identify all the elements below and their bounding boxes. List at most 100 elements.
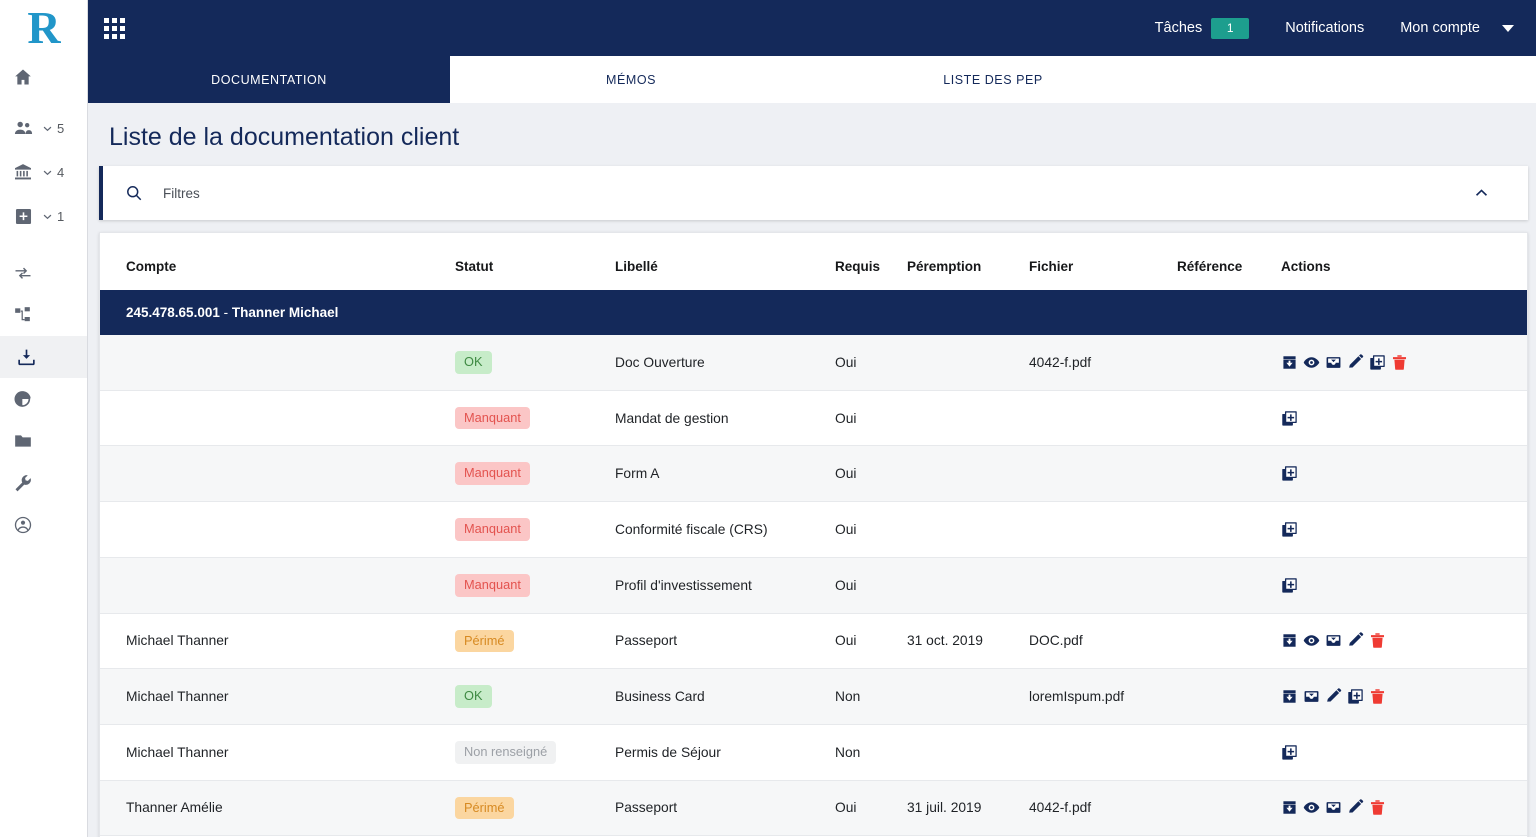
cell-requis: Oui xyxy=(835,557,907,613)
status-badge: Périmé xyxy=(455,630,514,653)
sidebar-item-clients[interactable]: 5 xyxy=(0,106,87,150)
chevron-down-icon xyxy=(42,123,53,134)
filter-panel[interactable]: Filtres xyxy=(99,166,1528,220)
archive-icon[interactable] xyxy=(1325,799,1342,816)
copy-add-icon[interactable] xyxy=(1281,577,1298,594)
sidebar-item-documentation[interactable] xyxy=(0,336,87,378)
pencil-icon[interactable] xyxy=(1347,354,1364,371)
tasks-label: Tâches xyxy=(1155,20,1203,36)
sidebar-item-reports[interactable] xyxy=(0,378,87,420)
th-reference[interactable]: Référence xyxy=(1177,233,1281,290)
cell-actions xyxy=(1281,669,1527,725)
sidebar-item-transfers[interactable] xyxy=(0,252,87,294)
download-icon[interactable] xyxy=(1281,688,1298,705)
copy-add-icon[interactable] xyxy=(1281,465,1298,482)
cell-libelle: Business Card xyxy=(615,669,835,725)
th-requis[interactable]: Requis xyxy=(835,233,907,290)
row-actions xyxy=(1281,354,1527,371)
sidebar-item-new[interactable]: 1 xyxy=(0,194,87,238)
cell-compte: Michael Thanner xyxy=(100,724,455,780)
trash-icon[interactable] xyxy=(1391,354,1408,371)
copy-add-icon[interactable] xyxy=(1347,688,1364,705)
tasks-button[interactable]: Tâches 1 xyxy=(1137,18,1268,39)
copy-add-icon[interactable] xyxy=(1281,744,1298,761)
chevron-up-icon[interactable] xyxy=(1473,185,1490,202)
download-icon[interactable] xyxy=(1281,632,1298,649)
tab-memos[interactable]: MÉMOS xyxy=(450,56,812,103)
th-compte[interactable]: Compte xyxy=(100,233,455,290)
cell-compte xyxy=(100,446,455,502)
chevron-down-icon xyxy=(42,167,53,178)
sidebar-item-home[interactable] xyxy=(0,56,87,98)
chevron-down-icon[interactable] xyxy=(1502,25,1514,32)
tab-liste-des-pep[interactable]: LISTE DES PEP xyxy=(812,56,1174,103)
cell-statut: OK xyxy=(455,335,615,390)
account-group-label: 245.478.65.001 - Thanner Michael xyxy=(100,290,1527,335)
sidebar-item-settings[interactable] xyxy=(0,462,87,504)
table-row[interactable]: Thanner AméliePériméPasseportOui31 juil.… xyxy=(100,780,1527,836)
cell-reference xyxy=(1177,724,1281,780)
cell-requis: Oui xyxy=(835,502,907,558)
sidebar-clients-meta[interactable]: 5 xyxy=(42,121,64,136)
page-title: Liste de la documentation client xyxy=(99,103,1528,166)
pencil-icon[interactable] xyxy=(1347,799,1364,816)
tab-documentation-label: DOCUMENTATION xyxy=(211,73,327,87)
cell-fichier: 4042-f.pdf xyxy=(1029,335,1177,390)
trash-icon[interactable] xyxy=(1369,799,1386,816)
row-actions xyxy=(1281,465,1527,482)
cell-peremption: 31 oct. 2019 xyxy=(907,613,1029,669)
th-statut[interactable]: Statut xyxy=(455,233,615,290)
table-row[interactable]: ManquantForm AOui xyxy=(100,446,1527,502)
cell-fichier xyxy=(1029,502,1177,558)
table-row[interactable]: Michael ThannerNon renseignéPermis de Sé… xyxy=(100,724,1527,780)
trash-icon[interactable] xyxy=(1369,632,1386,649)
account-group-row[interactable]: 245.478.65.001 - Thanner Michael xyxy=(100,290,1527,335)
tab-documentation[interactable]: DOCUMENTATION xyxy=(88,56,450,103)
th-libelle[interactable]: Libellé xyxy=(615,233,835,290)
archive-icon[interactable] xyxy=(1325,354,1342,371)
sidebar-banks-meta[interactable]: 4 xyxy=(42,165,64,180)
apps-grid-icon[interactable] xyxy=(104,18,125,39)
archive-icon[interactable] xyxy=(1303,688,1320,705)
cell-libelle: Permis de Séjour xyxy=(615,724,835,780)
table-row[interactable]: OKDoc OuvertureOui4042-f.pdf xyxy=(100,335,1527,390)
cell-compte xyxy=(100,335,455,390)
sidebar-item-banks[interactable]: 4 xyxy=(0,150,87,194)
copy-add-icon[interactable] xyxy=(1281,521,1298,538)
table-row[interactable]: ManquantMandat de gestionOui xyxy=(100,390,1527,446)
table-row[interactable]: ManquantProfil d'investissementOui xyxy=(100,557,1527,613)
archive-icon[interactable] xyxy=(1325,632,1342,649)
row-actions xyxy=(1281,577,1527,594)
th-fichier[interactable]: Fichier xyxy=(1029,233,1177,290)
sidebar-new-meta[interactable]: 1 xyxy=(42,209,64,224)
notifications-button[interactable]: Notifications xyxy=(1267,20,1382,36)
sidebar-item-files[interactable] xyxy=(0,420,87,462)
trash-icon[interactable] xyxy=(1369,688,1386,705)
sidebar: R 5 xyxy=(0,0,88,837)
eye-icon[interactable] xyxy=(1303,799,1320,816)
eye-icon[interactable] xyxy=(1303,354,1320,371)
logo-letter: R xyxy=(27,8,59,48)
cell-actions xyxy=(1281,724,1527,780)
table-row[interactable]: Michael ThannerOKBusiness CardNonloremIs… xyxy=(100,669,1527,725)
table-row[interactable]: ManquantConformité fiscale (CRS)Oui xyxy=(100,502,1527,558)
filter-input-placeholder[interactable]: Filtres xyxy=(163,186,200,201)
pencil-icon[interactable] xyxy=(1325,688,1342,705)
pencil-icon[interactable] xyxy=(1347,632,1364,649)
cell-compte xyxy=(100,557,455,613)
download-icon[interactable] xyxy=(1281,354,1298,371)
tab-bar: DOCUMENTATION MÉMOS LISTE DES PEP xyxy=(88,56,1536,103)
table-row[interactable]: Michael ThannerPériméPasseportOui31 oct.… xyxy=(100,613,1527,669)
brand-logo[interactable]: R xyxy=(0,0,87,56)
eye-icon[interactable] xyxy=(1303,632,1320,649)
add-box-icon xyxy=(10,207,36,226)
th-peremption[interactable]: Péremption xyxy=(907,233,1029,290)
copy-add-icon[interactable] xyxy=(1281,410,1298,427)
cell-statut: Manquant xyxy=(455,502,615,558)
sidebar-item-structure[interactable] xyxy=(0,294,87,336)
download-icon[interactable] xyxy=(1281,799,1298,816)
copy-add-icon[interactable] xyxy=(1369,354,1386,371)
sidebar-item-support[interactable] xyxy=(0,504,87,546)
account-menu[interactable]: Mon compte xyxy=(1382,20,1498,36)
cell-reference xyxy=(1177,557,1281,613)
